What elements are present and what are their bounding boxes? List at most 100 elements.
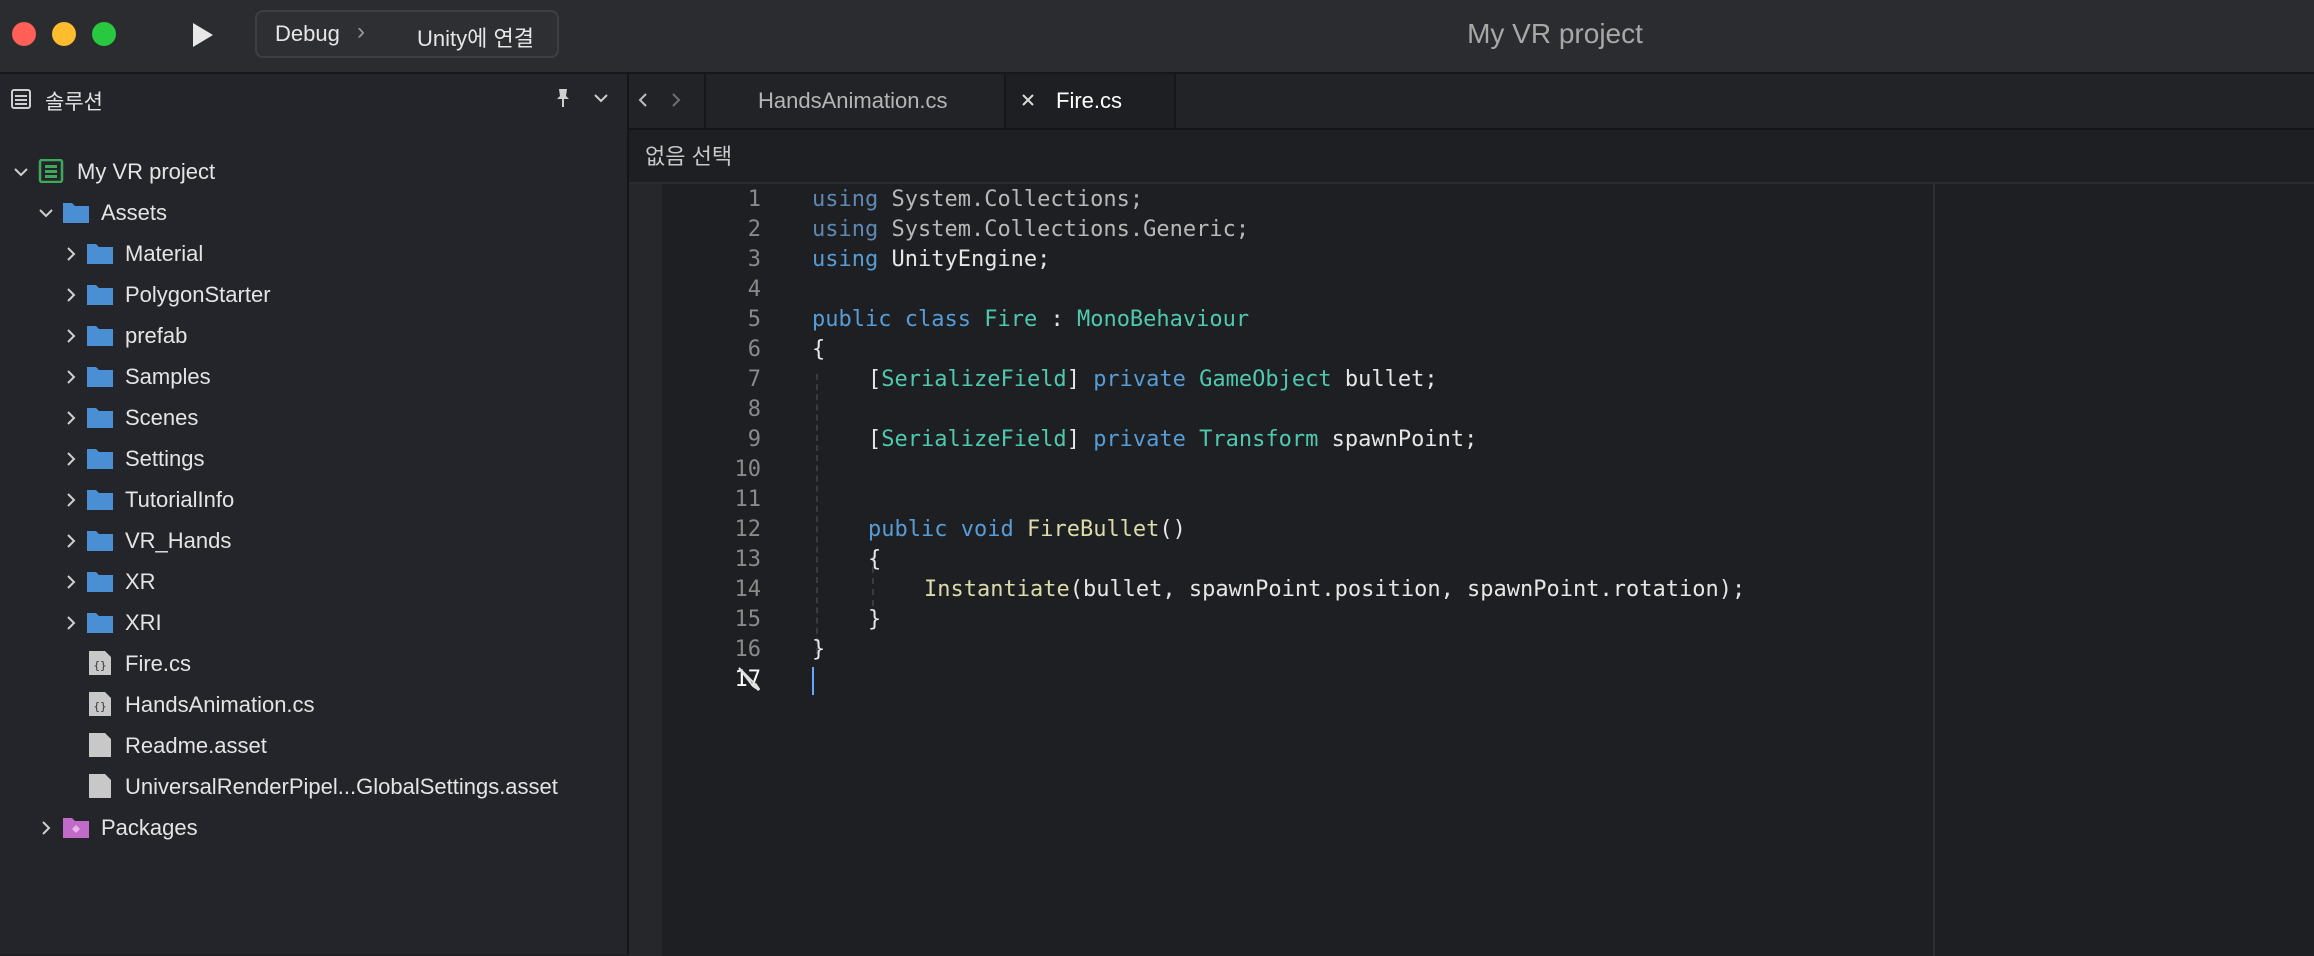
tree-item-vr-hands[interactable]: VR_Hands [0, 521, 627, 561]
tree-item-label: XR [125, 569, 156, 594]
nav-back-icon[interactable] [634, 91, 652, 109]
chevron-right-icon[interactable] [62, 245, 80, 263]
tree-item-label: Fire.cs [125, 651, 191, 676]
code-line-15[interactable]: } [868, 607, 881, 632]
pin-icon[interactable] [553, 87, 573, 109]
play-icon[interactable] [185, 18, 219, 52]
tree-item-handsanimation-cs[interactable]: {} HandsAnimation.cs [0, 685, 627, 725]
solution-icon [38, 159, 64, 183]
tree-item-xri[interactable]: XRI [0, 603, 627, 643]
code-area[interactable]: 1 2 3 4 5 6 7 8 9 10 11 12 13 14 15 16 1… [629, 182, 2314, 956]
chevron-right-icon[interactable] [37, 819, 55, 837]
code-line-12[interactable]: public void FireBullet() [868, 517, 1186, 542]
chevron-right-icon[interactable] [62, 327, 80, 345]
code-line-2[interactable]: using System.Collections.Generic; [812, 217, 1249, 242]
code-line-16[interactable]: } [812, 637, 825, 662]
solution-sidebar: 솔루션 My VR project Assets Material Polygo… [0, 74, 629, 954]
build-config-label[interactable]: Debug [275, 21, 340, 47]
tree-item-material[interactable]: Material [0, 234, 627, 274]
code-text: (bullet, spawnPoint.position, spawnPoint… [1069, 577, 1746, 602]
tree-item-readme-asset[interactable]: Readme.asset [0, 726, 627, 766]
type-name: GameObject [1199, 367, 1332, 392]
cs-file-icon: {} [89, 692, 111, 716]
close-icon[interactable] [1020, 92, 1036, 108]
folder-icon [87, 449, 113, 469]
cs-file-icon: {} [89, 651, 111, 675]
tree-item-assets[interactable]: Assets [0, 193, 627, 233]
tab-fire-cs[interactable]: Fire.cs [1004, 74, 1176, 128]
chevron-right-icon[interactable] [62, 409, 80, 427]
maximize-window-button[interactable] [92, 22, 116, 46]
folder-icon [87, 285, 113, 305]
config-separator: › [357, 18, 365, 45]
tree-item-packages[interactable]: Packages [0, 808, 627, 848]
svg-text:{}: {} [93, 700, 106, 713]
run-configuration-selector[interactable]: Debug › Unity에 연결 [255, 10, 559, 58]
pen-cursor-icon [738, 667, 761, 691]
tree-item-polygonstarter[interactable]: PolygonStarter [0, 275, 627, 315]
code-line-1[interactable]: using System.Collections; [812, 187, 1143, 212]
chevron-down-icon[interactable] [592, 89, 610, 107]
minimize-window-button[interactable] [52, 22, 76, 46]
gutter [629, 184, 662, 956]
folder-icon [87, 613, 113, 633]
tree-item-label: Settings [125, 446, 205, 471]
line-number: 9 [747, 427, 761, 452]
code-text: [ [868, 367, 882, 392]
tree-item-tutorialinfo[interactable]: TutorialInfo [0, 480, 627, 520]
chevron-right-icon[interactable] [62, 614, 80, 632]
keyword: private [1093, 427, 1186, 452]
title-bar: Debug › Unity에 연결 My VR project [0, 0, 2314, 74]
code-line-6[interactable]: { [812, 337, 825, 362]
tree-item-fire-cs[interactable]: {} Fire.cs [0, 644, 627, 684]
editor-tab-bar: HandsAnimation.cs Fire.cs [629, 74, 2314, 130]
line-number: 1 [747, 187, 761, 212]
folder-icon [63, 203, 89, 223]
tree-item-settings[interactable]: Settings [0, 439, 627, 479]
line-number: 3 [747, 247, 761, 272]
chevron-down-icon[interactable] [37, 204, 55, 222]
chevron-right-icon[interactable] [62, 573, 80, 591]
breadcrumb[interactable]: 없음 선택 [645, 139, 732, 171]
code-text: () [1159, 517, 1186, 542]
nav-forward-icon[interactable] [667, 91, 685, 109]
tree-item-label: Material [125, 241, 204, 266]
tree-item-solution[interactable]: My VR project [0, 152, 627, 192]
tree-item-label: Assets [101, 200, 168, 225]
code-line-13[interactable]: { [868, 547, 881, 572]
tree-item-xr[interactable]: XR [0, 562, 627, 602]
code-line-3[interactable]: using UnityEngine; [812, 247, 1050, 272]
chevron-right-icon[interactable] [62, 368, 80, 386]
code-line-9[interactable]: [SerializeField] private Transform spawn… [868, 427, 1477, 452]
tab-label: Fire.cs [1056, 88, 1122, 113]
line-number: 11 [734, 487, 762, 512]
folder-icon [87, 244, 113, 264]
chevron-right-icon[interactable] [62, 491, 80, 509]
code-line-5[interactable]: public class Fire : MonoBehaviour [812, 307, 1249, 332]
code-text: : [1037, 307, 1077, 332]
code-text: System.Collections.Generic; [878, 217, 1250, 242]
line-number: 16 [734, 637, 762, 662]
chevron-right-icon[interactable] [62, 286, 80, 304]
keyword: using [812, 217, 879, 242]
chevron-right-icon[interactable] [62, 450, 80, 468]
code-line-14[interactable]: Instantiate(bullet, spawnPoint.position,… [924, 577, 1745, 602]
tree-item-samples[interactable]: Samples [0, 357, 627, 397]
line-number: 6 [747, 337, 761, 362]
folder-icon [87, 367, 113, 387]
close-window-button[interactable] [12, 22, 36, 46]
tree-item-scenes[interactable]: Scenes [0, 398, 627, 438]
chevron-down-icon[interactable] [12, 163, 30, 181]
code-text: [ [868, 427, 882, 452]
package-icon [63, 818, 89, 838]
attribute-name: SerializeField [881, 367, 1067, 392]
code-text: UnityEngine; [878, 247, 1051, 272]
run-target-label[interactable]: Unity에 연결 [417, 21, 534, 53]
line-number: 13 [734, 547, 762, 572]
tree-item-prefab[interactable]: prefab [0, 316, 627, 356]
tab-handsanimation-cs[interactable]: HandsAnimation.cs [704, 74, 1006, 128]
tree-item-label: UniversalRenderPipel...GlobalSettings.as… [125, 774, 558, 799]
chevron-right-icon[interactable] [62, 532, 80, 550]
code-line-7[interactable]: [SerializeField] private GameObject bull… [868, 367, 1438, 392]
tree-item-urp-global-settings[interactable]: UniversalRenderPipel...GlobalSettings.as… [0, 767, 627, 807]
